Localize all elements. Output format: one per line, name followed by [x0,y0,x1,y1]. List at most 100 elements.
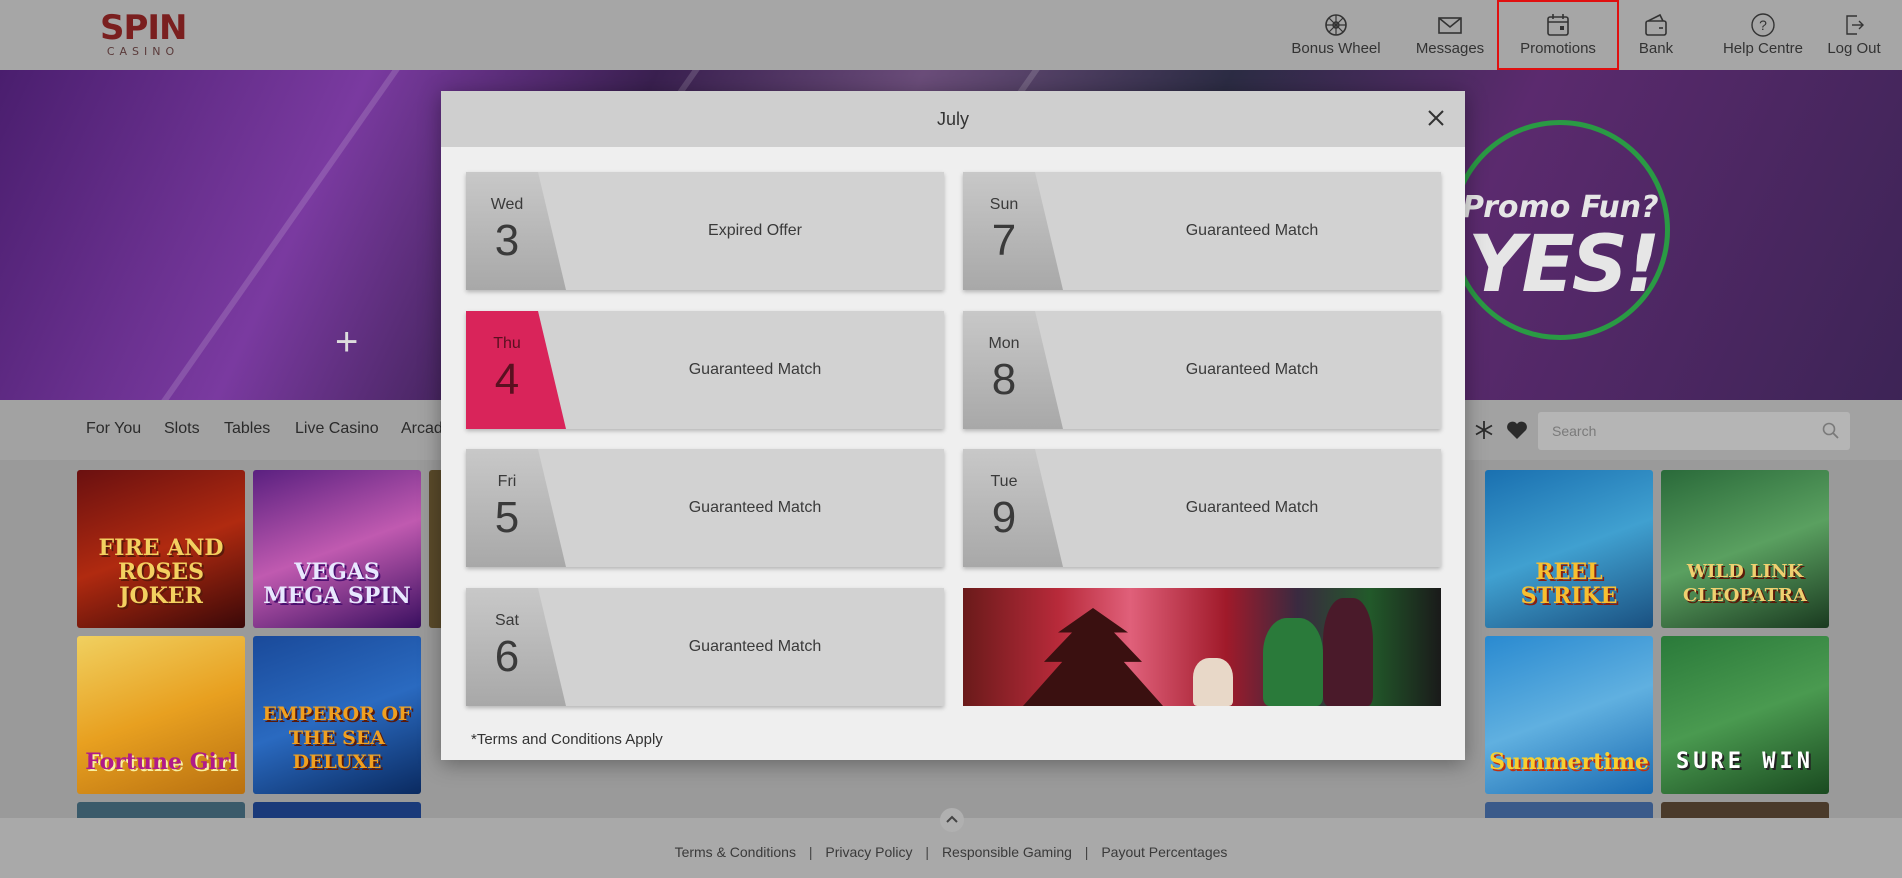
promo-yes: YES! [1468,220,1661,310]
game-title: WILD LINK CLEOPATRA [1683,561,1807,606]
plus-icon: + [335,320,359,364]
offer-label: Guaranteed Match [688,499,822,516]
game-title: SURE WIN [1676,749,1814,774]
terms-note[interactable]: *Terms and Conditions Apply [471,731,663,748]
day-card-mon-8[interactable]: Mon 8 Guaranteed Match [963,311,1441,429]
game-title: REEL STRIKE [1520,559,1618,609]
nav-log-out[interactable]: Log Out [1824,0,1884,70]
search-input[interactable]: Search [1538,412,1850,450]
wallet-icon [1645,13,1667,36]
offer-label: Guaranteed Match [688,361,822,378]
day-of-week: Sun [989,196,1019,213]
day-card-sat-6[interactable]: Sat 6 Guaranteed Match [466,588,944,706]
category-arcade[interactable]: Arcad [401,420,443,438]
hero-stripe [117,70,409,400]
search-placeholder: Search [1552,423,1597,439]
footer-link-privacy[interactable]: Privacy Policy [825,844,912,860]
heart-icon[interactable] [1506,420,1528,440]
footer-link-payout[interactable]: Payout Percentages [1101,844,1227,860]
chevron-up-icon [946,815,958,823]
day-number: 6 [494,632,520,681]
card-art [1193,658,1233,706]
nav-label: Messages [1415,40,1485,57]
nav-bank[interactable]: Bank [1632,0,1680,70]
day-number: 8 [991,355,1017,404]
pagoda-art [1023,608,1163,706]
character-art [1263,618,1323,706]
category-for-you[interactable]: For You [86,420,141,438]
nav-bonus-wheel[interactable]: Bonus Wheel [1290,0,1382,70]
svg-text:?: ? [1759,17,1767,33]
calendar-icon [1547,14,1569,36]
nav-promotions[interactable]: Promotions [1497,0,1619,70]
nav-label: Log Out [1827,40,1881,57]
spin-casino-logo[interactable]: SPIN CASINO [100,8,188,58]
game-title: EMPEROR OF THE SEA DELUXE [262,703,412,773]
modal-title: July [936,109,969,129]
footer-separator: | [808,844,813,860]
close-icon[interactable] [1425,107,1447,129]
offer-label: Guaranteed Match [1185,499,1319,516]
nav-help-centre[interactable]: ? Help Centre [1710,0,1816,70]
offer-label: Expired Offer [708,222,802,239]
nav-label: Help Centre [1722,40,1804,57]
day-number: 9 [991,493,1017,542]
game-tile[interactable]: REEL STRIKE [1485,470,1653,628]
day-number: 7 [991,216,1017,265]
offer-label: Guaranteed Match [688,638,822,655]
game-tile[interactable]: Summertime [1485,636,1653,794]
wheel-icon [1325,14,1347,36]
category-live-casino[interactable]: Live Casino [295,420,379,438]
category-slots[interactable]: Slots [164,420,200,438]
day-of-week: Wed [490,196,524,213]
nav-label: Bonus Wheel [1291,40,1381,57]
game-tile[interactable]: EMPEROR OF THE SEA DELUXE [253,636,421,794]
game-tile[interactable]: FIRE AND ROSES JOKER [77,470,245,628]
day-card-wed-3[interactable]: Wed 3 Expired Offer [466,172,944,290]
footer-link-responsible-gaming[interactable]: Responsible Gaming [942,844,1072,860]
day-card-fri-5[interactable]: Fri 5 Guaranteed Match [466,449,944,567]
day-card-thu-4[interactable]: Thu 4 Guaranteed Match [466,311,944,429]
nav-label: Bank [1638,40,1674,57]
offer-label: Guaranteed Match [1185,361,1319,378]
game-title: FIRE AND ROSES JOKER [98,535,224,609]
game-tile[interactable]: Fortune Girl [77,636,245,794]
nav-messages[interactable]: Messages [1408,0,1492,70]
footer-separator: | [1084,844,1089,860]
day-card-tue-9[interactable]: Tue 9 Guaranteed Match [963,449,1441,567]
promo-game-banner[interactable] [963,588,1441,706]
day-number: 4 [494,355,520,404]
day-of-week: Tue [990,473,1018,490]
day-number: 3 [494,216,520,265]
character-art [1323,598,1373,706]
day-number: 5 [494,493,520,542]
logo-subtext: CASINO [106,45,180,58]
game-tile[interactable]: WILD LINK CLEOPATRA [1661,470,1829,628]
logout-icon [1846,15,1864,35]
day-card-sun-7[interactable]: Sun 7 Guaranteed Match [963,172,1441,290]
search-icon[interactable] [1822,422,1840,440]
promotions-calendar-modal: July Wed 3 Expired Offer Sun 7 Guarantee… [441,91,1465,760]
day-of-week: Thu [493,335,521,352]
category-tables[interactable]: Tables [224,420,270,438]
game-tile[interactable]: SURE WIN [1661,636,1829,794]
day-of-week: Sat [494,612,519,629]
game-title: VEGAS MEGA SPIN [263,559,411,609]
game-title: Summertime [1489,749,1649,775]
modal-header: July [441,91,1465,147]
snowflake-icon[interactable] [1474,420,1494,440]
top-header: SPIN CASINO Bonus Wheel Messages Promoti… [0,0,1902,70]
game-title: Fortune Girl [85,749,237,775]
game-tile[interactable]: VEGAS MEGA SPIN [253,470,421,628]
envelope-icon [1438,17,1462,34]
scroll-up-button[interactable] [940,808,964,832]
day-of-week: Fri [497,473,517,490]
footer-links: Terms & Conditions | Privacy Policy | Re… [0,844,1902,860]
footer-link-terms[interactable]: Terms & Conditions [675,844,796,860]
offer-label: Guaranteed Match [1185,222,1319,239]
footer-separator: | [925,844,930,860]
question-icon: ? [1751,13,1775,37]
nav-label: Promotions [1520,40,1596,57]
day-of-week: Mon [988,335,1020,352]
logo-text: SPIN [100,8,188,48]
